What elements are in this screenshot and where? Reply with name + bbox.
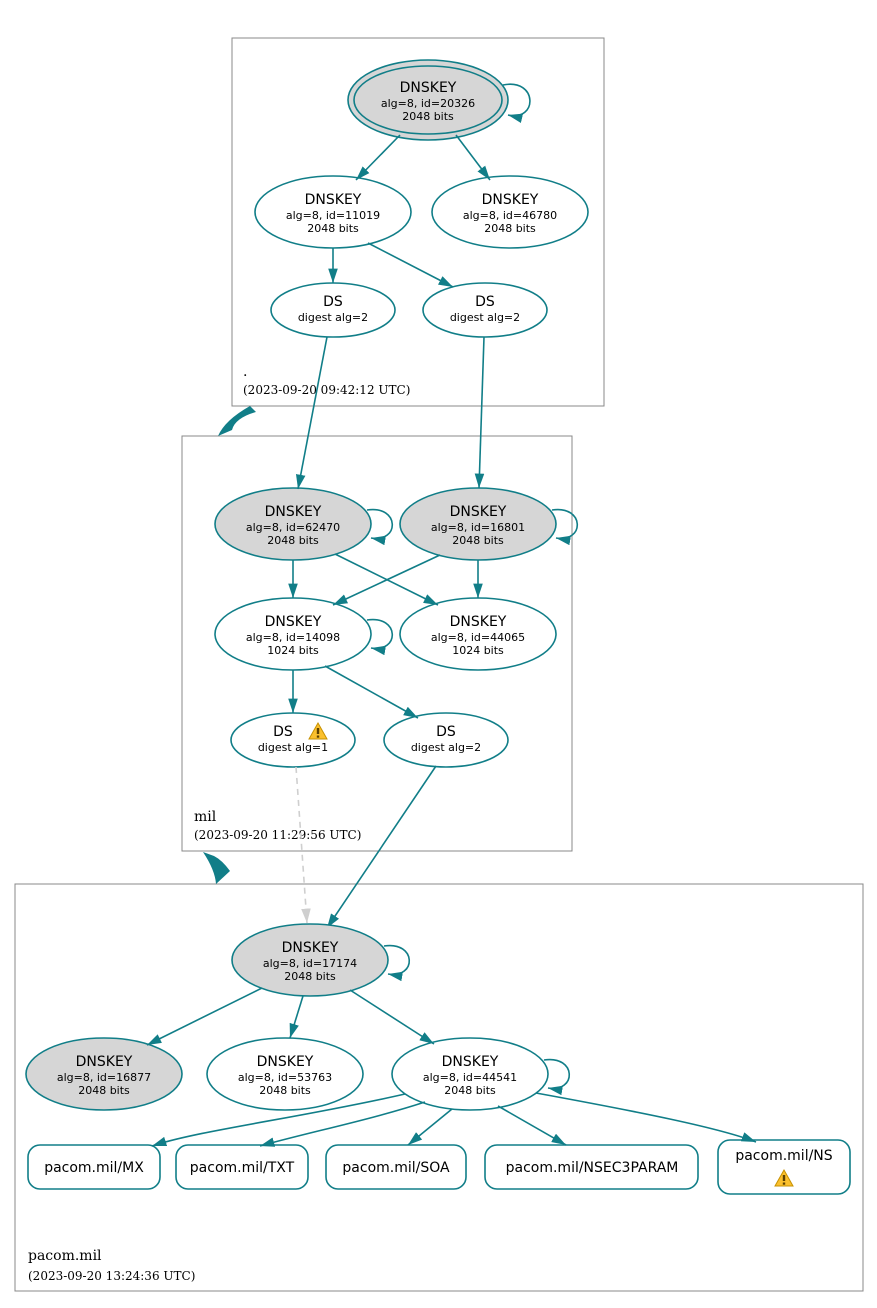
root-zsk2-l3: 2048 bits [484,222,536,235]
edge-pksk-k2 [290,996,303,1038]
root-zsk1-l2: alg=8, id=11019 [286,209,380,222]
root-ksk-l3: 2048 bits [402,110,454,123]
pacom-k2-l3: 2048 bits [259,1084,311,1097]
root-ds1 [271,283,395,337]
zone-root-ts: (2023-09-20 09:42:12 UTC) [243,383,410,397]
root-ksk-l2: alg=8, id=20326 [381,97,475,110]
edge-milds2-pacomksk [327,766,436,928]
pacom-k1-l2: alg=8, id=16877 [57,1071,151,1084]
mil-zsk2-l1: DNSKEY [450,614,507,630]
mil-ksk1-l1: DNSKEY [265,504,322,520]
edge-k3-nsec [498,1106,566,1145]
mil-ds1 [231,713,355,767]
pacom-k2-l2: alg=8, id=53763 [238,1071,332,1084]
pacom-k3-l2: alg=8, id=44541 [423,1071,517,1084]
mil-zsk2-l2: alg=8, id=44065 [431,631,525,644]
root-ds2 [423,283,547,337]
edge-rootksk-zsk1 [356,135,400,180]
dnssec-graph: . (2023-09-20 09:42:12 UTC) mil (2023-09… [0,0,877,1308]
root-ds2-l2: digest alg=2 [450,311,520,324]
zone-mil-ts: (2023-09-20 11:29:56 UTC) [194,828,361,842]
root-zsk1-l3: 2048 bits [307,222,359,235]
rr-soa-l: pacom.mil/SOA [342,1160,450,1176]
pacom-k1-l3: 2048 bits [78,1084,130,1097]
root-ds1-l2: digest alg=2 [298,311,368,324]
mil-ksk1-l2: alg=8, id=62470 [246,521,340,534]
edge-pksk-k1 [147,988,262,1045]
root-ds1-l1: DS [323,294,343,310]
edge-milzsk1-ds2 [325,666,418,718]
root-ds2-l1: DS [475,294,495,310]
mil-ksk2-l2: alg=8, id=16801 [431,521,525,534]
rr-txt-l: pacom.mil/TXT [190,1160,295,1176]
edge-rootzsk1-ds2 [368,243,453,287]
mil-ds2-l1: DS [436,724,456,740]
mil-zsk1-l3: 1024 bits [267,644,319,657]
rr-mx-l: pacom.mil/MX [44,1160,144,1176]
mil-zsk1-l1: DNSKEY [265,614,322,630]
mil-zsk2-l3: 1024 bits [452,644,504,657]
mil-zsk1-l2: alg=8, id=14098 [246,631,340,644]
pacom-ksk-l2: alg=8, id=17174 [263,957,357,970]
mil-ksk1-l3: 2048 bits [267,534,319,547]
mil-ds1-l1: DS [273,724,293,740]
mil-ds2 [384,713,508,767]
rr-nsec-l: pacom.mil/NSEC3PARAM [506,1160,679,1176]
root-zsk1-l1: DNSKEY [305,192,362,208]
pacom-k2-l1: DNSKEY [257,1054,314,1070]
edge-rootds1-milksk1 [298,337,327,489]
mil-ds2-l2: digest alg=2 [411,741,481,754]
mil-ksk2-l1: DNSKEY [450,504,507,520]
root-ksk-l1: DNSKEY [400,80,457,96]
edge-rootds2-milksk2 [479,337,484,488]
mil-ds1-l2: digest alg=1 [258,741,328,754]
pacom-ksk-l3: 2048 bits [284,970,336,983]
mil-ksk2-l3: 2048 bits [452,534,504,547]
zone-arrow-root-mil [218,406,256,436]
zone-root-title: . [243,364,247,380]
pacom-k3-l3: 2048 bits [444,1084,496,1097]
edge-k3-ns [536,1093,756,1142]
zone-arrow-mil-pacom [203,852,230,884]
edge-milds1-pacomksk [296,767,307,923]
zone-pacom-title: pacom.mil [28,1248,102,1264]
pacom-k1-l1: DNSKEY [76,1054,133,1070]
rr-ns-l: pacom.mil/NS [735,1148,832,1164]
edge-pksk-k3 [350,990,434,1044]
zone-mil-title: mil [194,809,217,825]
pacom-ksk-l1: DNSKEY [282,940,339,956]
root-zsk2-l1: DNSKEY [482,192,539,208]
edge-rootksk-zsk2 [456,135,490,180]
zone-pacom-ts: (2023-09-20 13:24:36 UTC) [28,1269,195,1283]
pacom-k3-l1: DNSKEY [442,1054,499,1070]
root-zsk2-l2: alg=8, id=46780 [463,209,557,222]
edge-k3-soa [408,1109,452,1145]
